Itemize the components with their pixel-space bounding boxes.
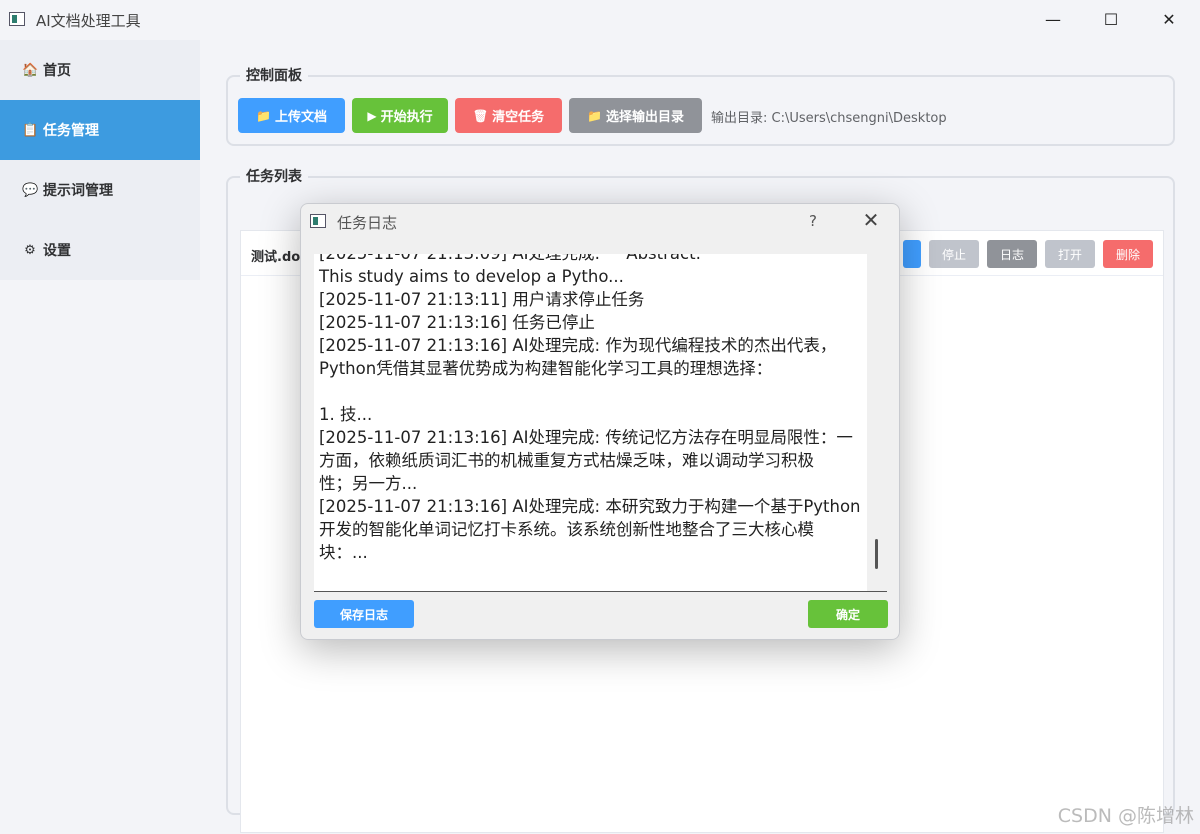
sidebar-item-prompt-management[interactable]: 💬 提示词管理: [0, 160, 200, 220]
gear-icon: ⚙: [24, 242, 36, 258]
sidebar-item-label: 提示词管理: [43, 183, 113, 199]
folder-icon: 📁: [256, 108, 271, 123]
sidebar-item-settings[interactable]: ⚙ 设置: [0, 220, 200, 280]
ok-button[interactable]: 确定: [808, 600, 888, 628]
sidebar-item-task-management[interactable]: 📋 任务管理: [0, 100, 200, 160]
select-output-dir-button[interactable]: 📁 选择输出目录: [569, 98, 702, 133]
app-icon: [310, 214, 326, 228]
app-title: AI文档处理工具: [36, 12, 141, 30]
minimize-icon[interactable]: —: [1030, 6, 1076, 34]
log-scrollbar[interactable]: [867, 254, 887, 591]
help-icon[interactable]: ?: [801, 212, 825, 230]
sidebar: 🏠 首页 📋 任务管理 💬 提示词管理 ⚙ 设置: [0, 40, 200, 280]
close-icon[interactable]: ✕: [1146, 6, 1192, 34]
control-panel: 控制面板 📁 上传文档 ▶ 开始执行 🗑 清空任务 📁 选择输出目录 输出目录:…: [226, 65, 1175, 146]
stop-task-button[interactable]: 停止: [929, 240, 979, 268]
sidebar-item-label: 首页: [43, 63, 71, 79]
sidebar-item-home[interactable]: 🏠 首页: [0, 40, 200, 100]
clipboard-icon: 📋: [22, 122, 39, 138]
button-label: 开始执行: [380, 110, 433, 125]
dialog-title: 任务日志: [337, 214, 398, 232]
button-label: 清空任务: [492, 110, 545, 125]
log-content: [2025-11-07 21:13:09] AI处理完成: Abstract: …: [319, 254, 861, 562]
watermark: CSDN @陈增林: [1057, 805, 1194, 827]
button-label: 上传文档: [274, 110, 327, 125]
control-panel-title: 控制面板: [240, 65, 308, 85]
app-icon: [9, 12, 25, 26]
task-log-dialog: 任务日志 ? ✕ [2025-11-07 21:13:09] AI处理完成: A…: [300, 203, 900, 640]
upload-document-button[interactable]: 📁 上传文档: [238, 98, 345, 133]
sidebar-item-label: 任务管理: [43, 123, 99, 139]
home-icon: 🏠: [22, 62, 39, 78]
maximize-icon[interactable]: ☐: [1088, 6, 1134, 34]
delete-task-button[interactable]: 删除: [1103, 240, 1153, 268]
clear-tasks-button[interactable]: 🗑 清空任务: [455, 98, 562, 133]
trash-icon: 🗑: [472, 108, 489, 123]
task-list-title: 任务列表: [240, 166, 308, 186]
log-text-area[interactable]: [2025-11-07 21:13:09] AI处理完成: Abstract: …: [314, 254, 887, 592]
save-log-button[interactable]: 保存日志: [314, 600, 414, 628]
close-icon[interactable]: ✕: [857, 208, 885, 232]
title-bar: AI文档处理工具 — ☐ ✕: [0, 0, 1200, 40]
open-file-button[interactable]: 打开: [1045, 240, 1095, 268]
button-label: 选择输出目录: [605, 110, 684, 125]
folder-icon: 📁: [587, 108, 602, 123]
scrollbar-thumb[interactable]: [875, 539, 878, 569]
start-execution-button[interactable]: ▶ 开始执行: [352, 98, 448, 133]
task-action-button-partial[interactable]: [903, 240, 921, 268]
play-icon: ▶: [367, 108, 377, 123]
output-dir-label: 输出目录: C:\Users\chsengni\Desktop: [711, 111, 947, 126]
sidebar-item-label: 设置: [43, 243, 71, 259]
speech-bubble-icon: 💬: [22, 182, 39, 198]
view-log-button[interactable]: 日志: [987, 240, 1037, 268]
